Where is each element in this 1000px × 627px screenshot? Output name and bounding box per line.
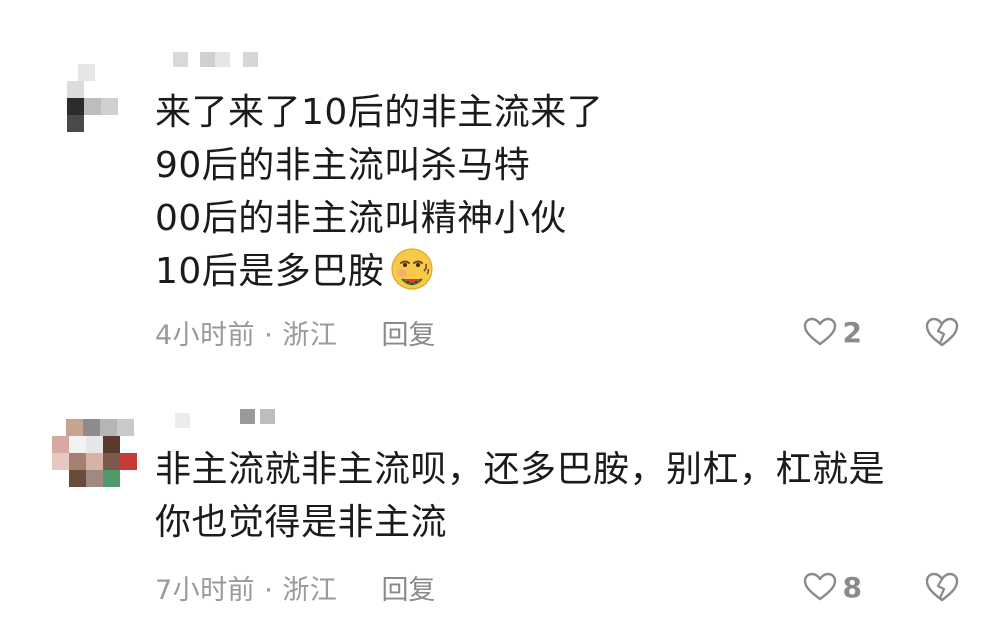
comment-line: 非主流就非主流呗，还多巴胺，别杠，杠就是 [155, 449, 886, 490]
comment-item: 来了来了10后的非主流来了 90后的非主流叫杀马特 00后的非主流叫精神小伙 1… [0, 30, 1000, 360]
comment-text: 非主流就非主流呗，还多巴胺，别杠，杠就是 你也觉得是非主流 [155, 443, 940, 549]
like-count: 2 [842, 315, 862, 349]
comment-line: 10后是多巴胺 [155, 251, 385, 292]
dislike-button[interactable] [924, 316, 960, 348]
heart-outline-icon [803, 317, 836, 346]
reaction-bar: 2 [803, 316, 960, 349]
like-button[interactable]: 8 [803, 571, 862, 604]
heart-outline-icon [803, 572, 836, 601]
comment-meta: 4小时前 · 浙江 回复 2 [155, 312, 960, 352]
comment-meta: 7小时前 · 浙江 回复 8 [155, 567, 960, 607]
reply-button[interactable]: 回复 [381, 568, 435, 607]
avatar[interactable] [50, 405, 138, 493]
broken-heart-outline-icon [925, 317, 959, 347]
reply-button[interactable]: 回复 [381, 313, 435, 352]
comment-time-location: 7小时前 · 浙江 [155, 574, 338, 606]
comment-line: 00后的非主流叫精神小伙 [155, 198, 567, 239]
comment-time-location: 4小时前 · 浙江 [155, 319, 338, 351]
avatar[interactable] [50, 50, 138, 138]
face-with-watermelon-emoji [391, 248, 433, 290]
dislike-button[interactable] [924, 571, 960, 603]
comment-line: 90后的非主流叫杀马特 [155, 145, 531, 186]
comment-line: 你也觉得是非主流 [155, 502, 448, 543]
username[interactable] [155, 407, 275, 433]
like-count: 8 [842, 570, 862, 604]
comment-item: 非主流就非主流呗，还多巴胺，别杠，杠就是 你也觉得是非主流 7小时前 · 浙江 … [0, 395, 1000, 625]
comment-line-with-emoji: 10后是多巴胺 [155, 245, 940, 298]
like-button[interactable]: 2 [803, 316, 862, 349]
reaction-bar: 8 [803, 571, 960, 604]
username[interactable] [155, 48, 265, 74]
broken-heart-outline-icon [925, 572, 959, 602]
comment-line: 来了来了10后的非主流来了 [155, 92, 604, 133]
comment-text: 来了来了10后的非主流来了 90后的非主流叫杀马特 00后的非主流叫精神小伙 1… [155, 86, 940, 298]
